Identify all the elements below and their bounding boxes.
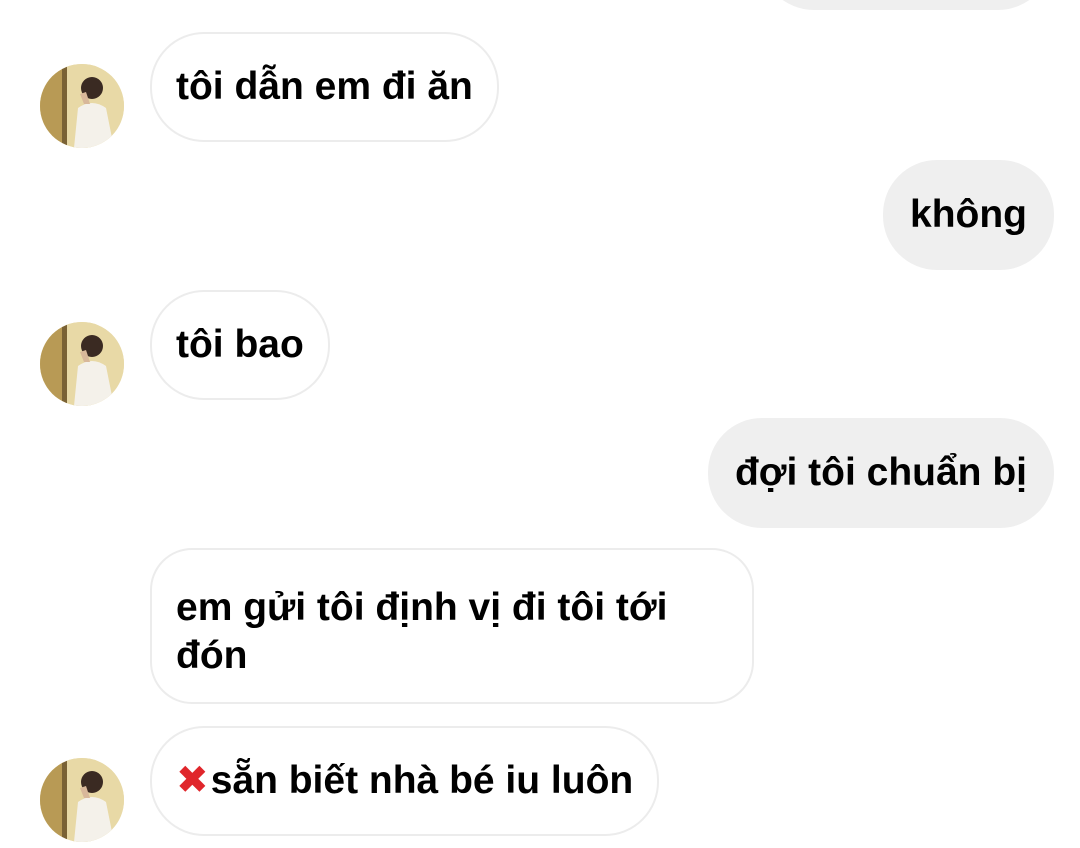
message-bubble-incoming[interactable]: tôi bao	[150, 290, 330, 400]
message-bubble-outgoing[interactable]: không	[883, 160, 1054, 270]
avatar-photo-icon	[40, 64, 124, 148]
message-bubble-outgoing-partial[interactable]	[760, 0, 1052, 10]
contact-avatar[interactable]	[40, 758, 124, 842]
cross-mark-icon: ✖	[176, 759, 209, 802]
avatar-photo-icon	[40, 758, 124, 842]
message-bubble-incoming[interactable]: ✖sẵn biết nhà bé iu luôn	[150, 726, 660, 836]
contact-avatar[interactable]	[40, 322, 124, 406]
contact-avatar[interactable]	[40, 64, 124, 148]
avatar-photo-icon	[40, 322, 124, 406]
message-bubble-incoming[interactable]: em gửi tôi định vị đi tôi tới đón	[150, 548, 754, 704]
message-bubble-outgoing[interactable]: đợi tôi chuẩn bị	[707, 418, 1054, 528]
message-bubble-incoming[interactable]: tôi dẫn em đi ăn	[150, 32, 499, 142]
chat-thread: tôi dẫn em đi ăn không tôi bao đợi tôi c…	[0, 0, 1080, 848]
message-text: sẵn biết nhà bé iu luôn	[210, 759, 634, 802]
